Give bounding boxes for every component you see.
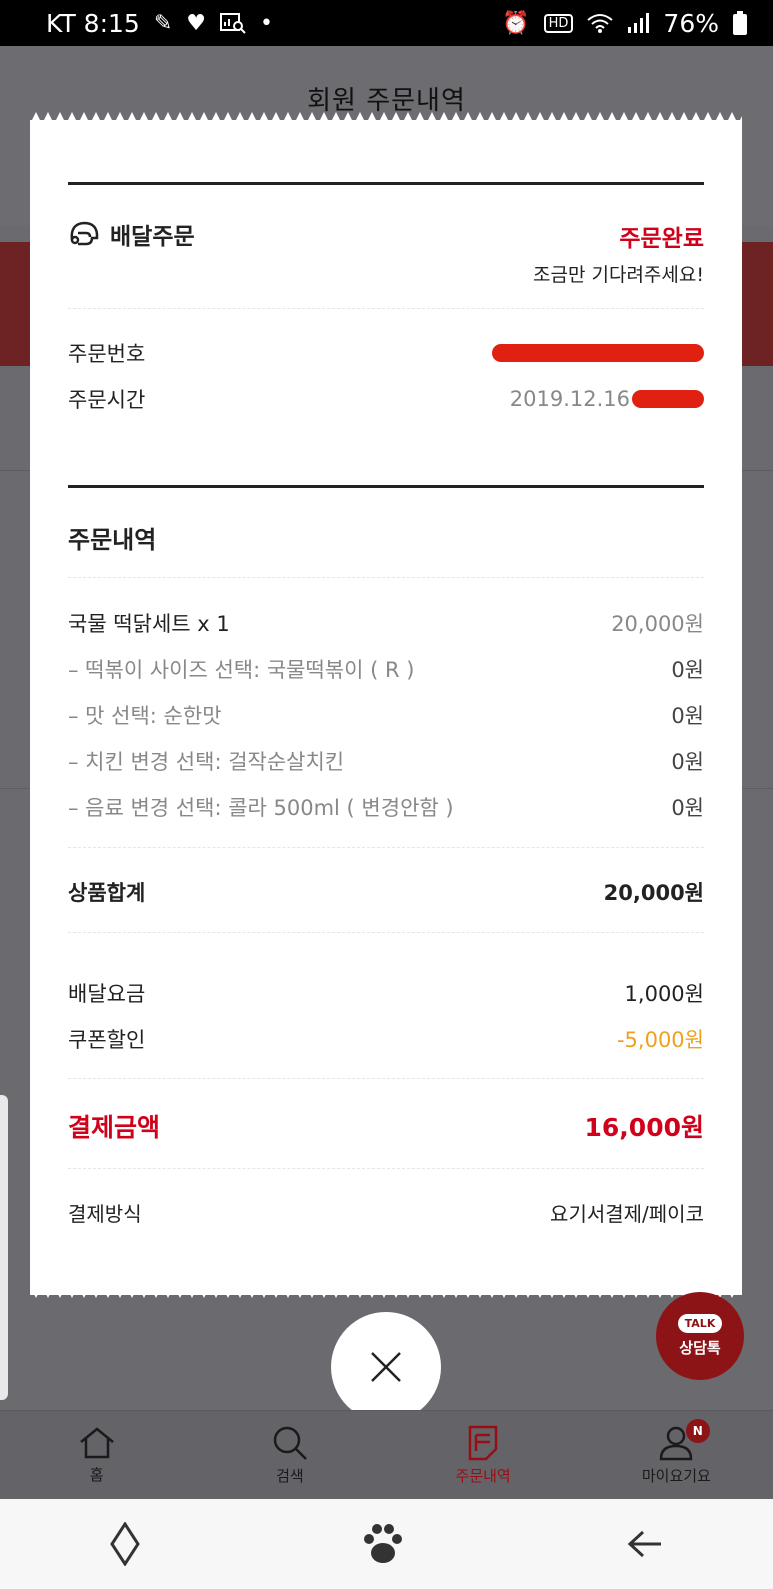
order-status-message: 조금만 기다려주세요! (533, 264, 704, 286)
bottom-navigation: 홈 검색 주문내역 마이요기요 N (0, 1410, 773, 1499)
close-icon (371, 1352, 401, 1382)
redacted-order-number (492, 344, 704, 362)
nav-item-orders[interactable]: 주문내역 (387, 1411, 580, 1499)
delivery-fee-row: 배달요금 1,000원 (68, 978, 704, 1008)
order-time-value-group: 2019.12.16 (510, 387, 704, 411)
order-item-row: 국물 떡닭세트 x 1 20,000원 (68, 608, 704, 638)
subtotal-value: 20,000원 (603, 881, 704, 905)
total-label: 결제금액 (68, 1113, 161, 1142)
search-icon (273, 1426, 307, 1460)
nav-label: 마이요기요 (641, 1466, 711, 1485)
subtotal-row: 상품합계 20,000원 (68, 877, 704, 907)
coupon-row: 쿠폰할인 -5,000원 (68, 1024, 704, 1054)
wifi-icon (587, 14, 614, 33)
order-number-row: 주문번호 (68, 338, 704, 368)
coupon-value: -5,000원 (616, 1028, 704, 1052)
order-time-row: 주문시간 2019.12.16 (68, 384, 704, 414)
item-price: 20,000원 (611, 612, 704, 636)
nav-label: 주문내역 (455, 1466, 511, 1485)
option-row: – 떡볶이 사이즈 선택: 국물떡볶이 ( R ) 0원 (68, 654, 704, 684)
option-row: – 음료 변경 선택: 콜라 500ml ( 변경안함 ) 0원 (68, 792, 704, 822)
redacted-order-time (632, 390, 704, 408)
payment-method-label: 결제방식 (68, 1202, 142, 1226)
order-status: 주문완료 (619, 226, 704, 252)
nav-item-my-yogiyo[interactable]: 마이요기요 N (580, 1411, 773, 1499)
delivery-order-header: 배달주문 (68, 217, 195, 251)
receipt-bottom-edge (30, 1286, 742, 1298)
nav-label: 검색 (276, 1466, 304, 1485)
alarm-icon: ⏰ (502, 10, 530, 36)
order-time-label: 주문시간 (68, 388, 146, 412)
delivery-fee-value: 1,000원 (624, 982, 704, 1006)
new-badge: N (685, 1419, 710, 1443)
home-icon (79, 1426, 114, 1458)
dashed-divider (68, 1168, 704, 1169)
option-name: – 치킨 변경 선택: 걸작순살치킨 (68, 750, 345, 774)
status-bar-right: ⏰ HD 76% (502, 9, 747, 38)
paw-icon[interactable] (360, 1523, 406, 1565)
dashed-divider (68, 1078, 704, 1079)
option-row: – 맛 선택: 순한맛 0원 (68, 700, 704, 730)
status-bar: KT 8:15 ✎ ♥ • ⏰ HD 76% (0, 0, 773, 46)
system-navigation-bar (0, 1499, 773, 1589)
diamond-icon[interactable] (110, 1522, 140, 1566)
order-details-title: 주문내역 (68, 526, 157, 554)
option-price: 0원 (671, 704, 704, 728)
total-value: 16,000원 (584, 1113, 704, 1142)
coupon-label: 쿠폰할인 (68, 1028, 146, 1052)
nav-item-search[interactable]: 검색 (193, 1411, 386, 1499)
dashed-divider (68, 308, 704, 309)
dashed-divider (68, 847, 704, 848)
chat-support-label: 상담톡 (679, 1339, 721, 1357)
option-row: – 치킨 변경 선택: 걸작순살치킨 0원 (68, 746, 704, 776)
chart-search-icon (219, 13, 246, 34)
status-bar-left: KT 8:15 ✎ ♥ • (46, 9, 273, 38)
total-row: 결제금액 16,000원 (68, 1108, 704, 1144)
pen-notification-icon: ✎ (153, 10, 173, 36)
section-divider (68, 485, 704, 488)
order-time-value: 2019.12.16 (509, 387, 630, 411)
option-price: 0원 (671, 750, 704, 774)
dot-icon: • (259, 10, 273, 36)
section-divider (68, 182, 704, 185)
order-type-label: 배달주문 (110, 224, 195, 250)
battery-icon (733, 11, 747, 35)
payment-method-row: 결제방식 요기서결제/페이코 (68, 1198, 704, 1227)
option-name: – 음료 변경 선택: 콜라 500ml ( 변경안함 ) (68, 796, 454, 820)
carrier-time: KT 8:15 (46, 8, 140, 38)
battery-percent: 76% (663, 8, 719, 38)
helmet-icon (70, 221, 99, 246)
heart-icon: ♥ (186, 10, 206, 36)
option-name: – 떡볶이 사이즈 선택: 국물떡볶이 ( R ) (68, 658, 415, 682)
dashed-divider (68, 932, 704, 933)
back-arrow-icon[interactable] (627, 1529, 663, 1559)
signal-icon (628, 13, 650, 33)
option-price: 0원 (671, 658, 704, 682)
order-receipt-modal: 배달주문 주문완료 조금만 기다려주세요! 주문번호 주문시간 2019.12.… (30, 120, 742, 1295)
item-name: 국물 떡닭세트 x 1 (68, 612, 230, 636)
background-side-tab (0, 1095, 8, 1400)
nav-item-home[interactable]: 홈 (0, 1411, 193, 1499)
chat-support-button[interactable]: TALK 상담톡 (656, 1292, 744, 1380)
option-name: – 맛 선택: 순한맛 (68, 704, 222, 728)
talk-bubble-icon: TALK (677, 1314, 723, 1333)
dashed-divider (68, 577, 704, 578)
payment-method-value: 요기서결제/페이코 (550, 1202, 704, 1226)
subtotal-label: 상품합계 (68, 881, 146, 905)
delivery-fee-label: 배달요금 (68, 982, 146, 1006)
order-list-icon (468, 1425, 498, 1460)
hd-icon: HD (543, 13, 574, 33)
option-price: 0원 (671, 796, 704, 820)
order-number-label: 주문번호 (68, 342, 146, 366)
nav-label: 홈 (89, 1465, 104, 1484)
close-button[interactable] (331, 1312, 441, 1422)
